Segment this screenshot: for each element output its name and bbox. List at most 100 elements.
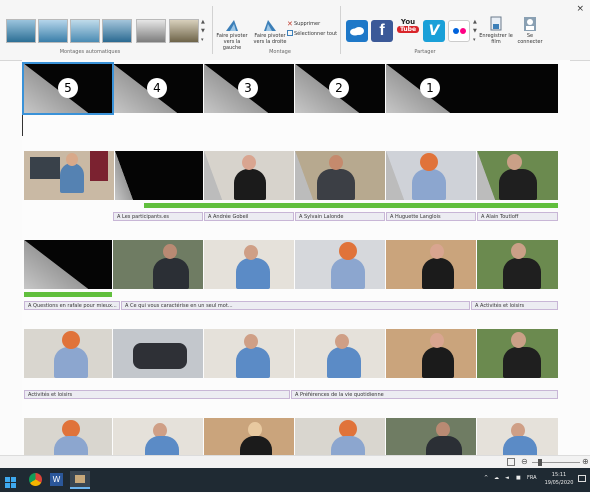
group-label-partager: Partager xyxy=(414,49,436,55)
video-clip[interactable] xyxy=(204,418,294,455)
video-clip[interactable] xyxy=(24,329,112,378)
save-movie-button[interactable]: Enregistrer le film xyxy=(478,33,514,45)
video-clip[interactable] xyxy=(24,418,112,455)
word-icon[interactable]: W xyxy=(50,473,63,486)
zoom-in-icon[interactable]: ⊕ xyxy=(582,457,589,466)
video-clip[interactable] xyxy=(295,240,385,289)
rotate-right-button[interactable]: Faire pivoter vers la droite xyxy=(252,33,288,45)
tray-app-icon[interactable]: ■ xyxy=(516,475,521,481)
countdown-number: 5 xyxy=(58,78,78,98)
caption-clip[interactable]: A Alain Toutloff xyxy=(477,212,558,221)
theme-thumbnail[interactable] xyxy=(169,19,199,43)
group-label-montage: Montage xyxy=(269,49,291,55)
close-icon[interactable]: × xyxy=(576,4,584,14)
rotate-left-button[interactable]: Faire pivoter vers la gauche xyxy=(214,33,250,51)
row-partial xyxy=(24,418,558,455)
music-track[interactable] xyxy=(144,203,558,208)
select-all-button[interactable]: Sélectionner tout xyxy=(294,31,337,37)
youtube-icon[interactable]: You Tube xyxy=(397,18,419,44)
title-frame[interactable] xyxy=(24,240,112,289)
title-frame[interactable]: 3 xyxy=(204,64,294,113)
separator xyxy=(212,6,213,54)
notification-icon[interactable] xyxy=(578,475,586,482)
flickr-icon[interactable] xyxy=(448,20,470,42)
video-clip[interactable] xyxy=(295,329,385,378)
onedrive-icon[interactable] xyxy=(346,20,368,42)
title-frame[interactable]: 4 xyxy=(113,64,203,113)
row-questions: A Questions en rafale pour mieux... A Ce… xyxy=(24,240,558,312)
vimeo-icon[interactable]: V xyxy=(423,20,445,42)
title-frame[interactable]: 2 xyxy=(295,64,385,113)
title-frame[interactable]: 5 xyxy=(22,62,114,115)
thumbnail-size-icon[interactable] xyxy=(507,458,515,466)
theme-thumbnail[interactable] xyxy=(38,19,68,43)
row-title-frames: 5 4 3 2 1 xyxy=(22,62,558,115)
clock-time: 15:11 xyxy=(551,472,567,478)
video-clip[interactable] xyxy=(477,151,558,200)
status-bar: ⊖ ⊕ xyxy=(0,455,590,469)
video-clip[interactable] xyxy=(113,329,203,378)
volume-icon[interactable]: ◄ xyxy=(505,475,509,481)
theme-thumbnail[interactable] xyxy=(102,19,132,43)
caption-clip[interactable]: A Questions en rafale pour mieux... xyxy=(24,301,120,310)
save-movie-icon[interactable] xyxy=(489,16,503,32)
select-all-icon[interactable] xyxy=(287,30,293,36)
movie-maker-taskbar-icon[interactable] xyxy=(70,471,90,489)
theme-thumbnail[interactable] xyxy=(6,19,36,43)
delete-button[interactable]: Supprimer xyxy=(294,21,320,27)
video-clip[interactable] xyxy=(295,151,385,200)
video-clip[interactable] xyxy=(204,329,294,378)
video-clip[interactable] xyxy=(386,240,476,289)
row-activities: Activités et loisirs A Préférences de la… xyxy=(24,329,558,401)
caption-clip[interactable]: A Huguette Langlois xyxy=(386,212,476,221)
chrome-icon[interactable] xyxy=(29,473,42,486)
caption-clip[interactable]: Activités et loisirs xyxy=(24,390,290,399)
video-clip[interactable] xyxy=(477,240,558,289)
video-clip[interactable] xyxy=(295,418,385,455)
caption-clip[interactable]: A Les participants.es xyxy=(113,212,203,221)
video-clip[interactable] xyxy=(477,329,558,378)
caption-clip[interactable]: A Activités et loisirs xyxy=(471,301,558,310)
countdown-number: 1 xyxy=(420,78,440,98)
theme-thumbnail[interactable] xyxy=(70,19,100,43)
taskbar: W ^ ☁ ◄ ■ FRA 15:11 19/05/2020 xyxy=(0,468,590,492)
caption-clip[interactable]: A Ce qui vous caractérise en un seul mot… xyxy=(121,301,470,310)
gallery-scroll-icon[interactable]: ▲ ▼ ▾ xyxy=(201,18,207,46)
clock[interactable]: 15:11 19/05/2020 xyxy=(544,471,574,487)
signin-button[interactable]: Se connecter xyxy=(516,33,544,45)
language-indicator[interactable]: FRA xyxy=(527,475,537,481)
video-clip[interactable] xyxy=(204,151,294,200)
video-clip[interactable] xyxy=(386,151,476,200)
group-label-auto: Montages automatiques xyxy=(59,49,121,55)
title-frame[interactable]: 1 xyxy=(386,64,558,113)
video-clip[interactable] xyxy=(477,418,558,455)
title-frame[interactable] xyxy=(115,151,203,200)
video-clip[interactable] xyxy=(204,240,294,289)
facebook-icon[interactable]: f xyxy=(371,20,393,42)
music-track[interactable] xyxy=(24,292,112,297)
delete-icon[interactable]: ✕ xyxy=(287,20,293,28)
network-icon[interactable]: ☁ xyxy=(494,475,499,481)
video-clip[interactable] xyxy=(386,418,476,455)
zoom-out-icon[interactable]: ⊖ xyxy=(521,457,528,466)
video-clip[interactable] xyxy=(386,329,476,378)
countdown-number: 2 xyxy=(329,78,349,98)
rotate-left-icon[interactable] xyxy=(224,17,240,31)
ribbon: × ▲ ▼ ▾ Montages automatiques Faire pivote… xyxy=(0,0,590,61)
video-clip[interactable] xyxy=(113,418,203,455)
tray-chevron-icon[interactable]: ^ xyxy=(484,475,488,481)
caption-clip[interactable]: A Sylvain Lalonde xyxy=(295,212,385,221)
clock-date: 19/05/2020 xyxy=(544,480,574,486)
windows-start-icon[interactable] xyxy=(5,474,17,488)
video-clip[interactable] xyxy=(24,151,114,200)
caption-clip[interactable]: A Andrée Gobeil xyxy=(204,212,294,221)
zoom-slider-thumb[interactable] xyxy=(538,459,542,466)
playhead[interactable] xyxy=(22,66,23,136)
signin-icon[interactable] xyxy=(523,16,537,32)
theme-thumbnail[interactable] xyxy=(136,19,166,43)
caption-clip[interactable]: A Préférences de la vie quotidienne xyxy=(291,390,558,399)
rotate-right-icon[interactable] xyxy=(262,17,278,31)
separator xyxy=(340,6,341,54)
video-clip[interactable] xyxy=(113,240,203,289)
row-participants: A Les participants.es A Andrée Gobeil A … xyxy=(24,151,558,223)
